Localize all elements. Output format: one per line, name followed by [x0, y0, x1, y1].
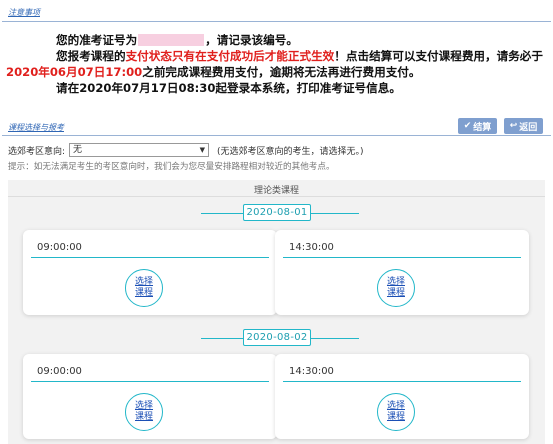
region-select[interactable]: 无 ▼ — [69, 143, 210, 157]
select-course-label-1: 选择 — [134, 401, 153, 411]
select-course-button[interactable]: 选择 课程 — [125, 393, 163, 431]
select-course-label-1: 选择 — [134, 277, 153, 287]
return-arrow-icon: ↩ — [509, 121, 518, 131]
select-course-label-2: 课程 — [134, 288, 153, 298]
checkout-button[interactable]: ✔ 结算 — [458, 118, 497, 134]
course-panel: 理论类课程 2020-08-01 09:00:00 选择 课程 14:30:00… — [8, 180, 545, 444]
slot-time: 09:00:00 — [37, 366, 82, 377]
chevron-down-icon: ▼ — [199, 146, 206, 154]
notice-line-2-suffix: ！点击结算可以支付课程费用，请务必于 — [334, 49, 543, 63]
notice-line-1-suffix: ，请记录该编号。 — [205, 33, 298, 47]
region-label: 选郊考区意向: — [8, 146, 66, 157]
slot-time: 14:30:00 — [289, 242, 334, 253]
region-tip: 提示：如无法满足考生的考区意向时，我们会为您尽量安排路程相对较近的其他考点。 — [8, 162, 335, 172]
notice-header: 注意事项 — [2, 2, 551, 22]
date-line-right — [311, 338, 359, 339]
notice-line-2: 您报考课程的支付状态只有在支付成功后才能正式生效！点击结算可以支付课程费用，请务… — [56, 48, 543, 64]
select-course-button[interactable]: 选择 课程 — [377, 393, 415, 431]
notice-body: 您的准考证号为 ，请记录该编号。 您报考课程的支付状态只有在支付成功后才能正式生效… — [0, 26, 553, 108]
select-course-label-1: 选择 — [386, 277, 405, 287]
course-slot-card: 14:30:00 选择 课程 — [275, 230, 529, 315]
course-slot-card: 09:00:00 选择 课程 — [23, 354, 277, 439]
notice-line-1-prefix: 您的准考证号为 — [56, 33, 138, 47]
selection-title: 课程选择与报考 — [8, 123, 64, 132]
checkout-label: 结算 — [473, 122, 492, 133]
notice-line-3: 2020年06月07日17:00之前完成课程费用支付，逾期将无法再进行费用支付。 — [6, 64, 421, 80]
region-select-value: 无 — [73, 145, 83, 155]
course-category: 理论类课程 — [253, 186, 299, 196]
notice-line-3-suffix: 之前完成课程费用支付，逾期将无法再进行费用支付。 — [142, 65, 421, 79]
date-label: 2020-08-02 — [243, 329, 311, 346]
slot-divider — [31, 381, 269, 382]
slot-divider — [283, 257, 521, 258]
slot-time: 14:30:00 — [289, 366, 334, 377]
slot-time: 09:00:00 — [37, 242, 82, 253]
back-button[interactable]: ↩ 返回 — [504, 118, 543, 134]
select-course-button[interactable]: 选择 课程 — [125, 269, 163, 307]
check-icon: ✔ — [463, 121, 472, 131]
select-course-label-2: 课程 — [386, 288, 405, 298]
date-line-left — [201, 213, 249, 214]
region-hint: (无选郊考区意向的考生，请选择无。) — [217, 146, 364, 157]
select-course-label-1: 选择 — [386, 401, 405, 411]
category-divider — [8, 196, 545, 197]
redacted-exam-number — [138, 34, 205, 46]
notice-title: 注意事项 — [8, 8, 40, 17]
slot-divider — [283, 381, 521, 382]
select-course-label-2: 课程 — [386, 412, 405, 422]
region-row: 选郊考区意向: 无 ▼ (无选郊考区意向的考生，请选择无。) — [8, 143, 364, 157]
date-line-left — [201, 338, 249, 339]
notice-line-2-prefix: 您报考课程的 — [56, 49, 126, 63]
date-line-right — [311, 213, 359, 214]
notice-line-4: 请在2020年07月17日08:30起登录本系统，打印准考证号信息。 — [56, 81, 401, 95]
select-course-label-2: 课程 — [134, 412, 153, 422]
payment-deadline: 2020年06月07日17:00 — [6, 65, 143, 79]
date-label: 2020-08-01 — [243, 204, 311, 221]
course-slot-card: 14:30:00 选择 课程 — [275, 354, 529, 439]
select-course-button[interactable]: 选择 课程 — [377, 269, 415, 307]
notice-line-1: 您的准考证号为 ，请记录该编号。 — [56, 32, 298, 48]
slot-divider — [31, 257, 269, 258]
notice-line-2-red: 支付状态只有在支付成功后才能正式生效 — [125, 49, 335, 63]
back-label: 返回 — [519, 122, 538, 133]
course-slot-card: 09:00:00 选择 课程 — [23, 230, 277, 315]
